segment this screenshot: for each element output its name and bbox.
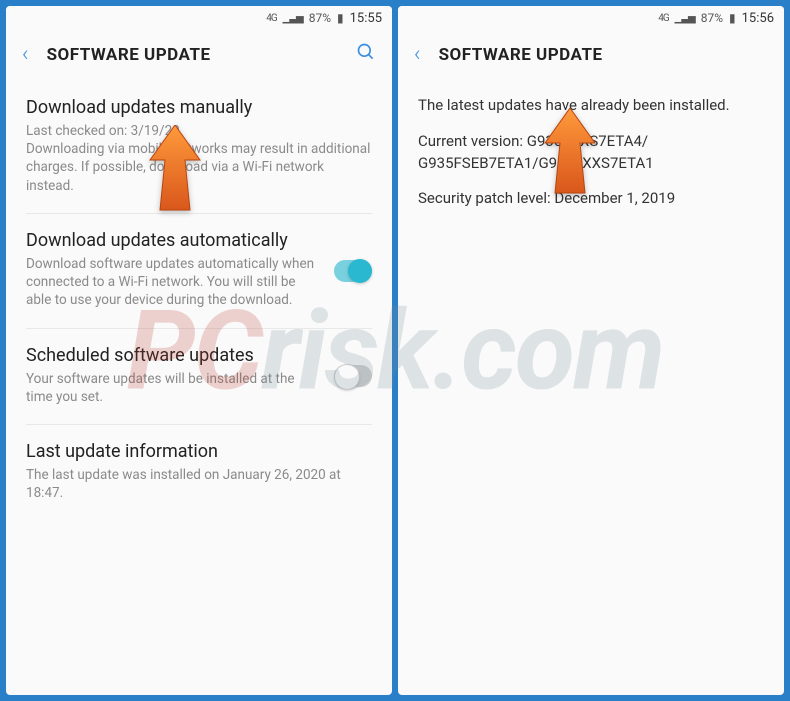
security-patch: Security patch level: December 1, 2019 bbox=[418, 188, 764, 210]
content-list: Download updates manually Last checked o… bbox=[6, 81, 392, 520]
back-button[interactable]: ‹ bbox=[414, 42, 421, 67]
network-icon: 4G bbox=[658, 13, 668, 24]
network-icon: 4G bbox=[266, 13, 276, 24]
update-message: The latest updates have already been ins… bbox=[418, 95, 764, 117]
item-subtitle: Last checked on: 3/19/20 Downloading via… bbox=[26, 122, 372, 195]
back-button[interactable]: ‹ bbox=[22, 42, 29, 67]
item-title: Download updates automatically bbox=[26, 230, 372, 251]
header: ‹ SOFTWARE UPDATE bbox=[398, 30, 784, 81]
battery-icon: ▮ bbox=[729, 11, 736, 25]
item-download-manually[interactable]: Download updates manually Last checked o… bbox=[26, 81, 372, 214]
battery-icon: ▮ bbox=[337, 11, 344, 25]
phone-left: 4G ▁▃▅ 87% ▮ 15:55 ‹ SOFTWARE UPDATE Dow… bbox=[6, 6, 392, 695]
toggle-scheduled[interactable] bbox=[334, 365, 372, 387]
battery-percent: 87% bbox=[309, 11, 331, 25]
battery-percent: 87% bbox=[701, 11, 723, 25]
phone-right: 4G ▁▃▅ 87% ▮ 15:56 ‹ SOFTWARE UPDATE The… bbox=[398, 6, 784, 695]
item-title: Download updates manually bbox=[26, 97, 372, 118]
header: ‹ SOFTWARE UPDATE bbox=[6, 30, 392, 81]
item-title: Last update information bbox=[26, 441, 372, 462]
page-title: SOFTWARE UPDATE bbox=[439, 45, 768, 65]
item-subtitle: The last update was installed on January… bbox=[26, 466, 372, 502]
item-subtitle: Your software updates will be installed … bbox=[26, 370, 372, 406]
item-scheduled[interactable]: Scheduled software updates Your software… bbox=[26, 329, 372, 425]
status-bar: 4G ▁▃▅ 87% ▮ 15:56 bbox=[398, 6, 784, 30]
search-icon[interactable] bbox=[356, 42, 376, 67]
signal-icon: ▁▃▅ bbox=[283, 13, 303, 24]
clock: 15:56 bbox=[742, 11, 774, 26]
toggle-auto-download[interactable] bbox=[334, 260, 372, 282]
clock: 15:55 bbox=[350, 11, 382, 26]
version-label: Current version: bbox=[418, 132, 523, 150]
page-title: SOFTWARE UPDATE bbox=[47, 45, 338, 65]
item-download-auto[interactable]: Download updates automatically Download … bbox=[26, 214, 372, 329]
signal-icon: ▁▃▅ bbox=[675, 13, 695, 24]
item-last-update[interactable]: Last update information The last update … bbox=[26, 425, 372, 520]
status-bar: 4G ▁▃▅ 87% ▮ 15:55 bbox=[6, 6, 392, 30]
update-info: The latest updates have already been ins… bbox=[398, 81, 784, 224]
item-title: Scheduled software updates bbox=[26, 345, 372, 366]
version-info: Current version: G935FXXS7ETA4/ G935FSEB… bbox=[418, 131, 764, 175]
item-subtitle: Download software updates automatically … bbox=[26, 255, 372, 310]
